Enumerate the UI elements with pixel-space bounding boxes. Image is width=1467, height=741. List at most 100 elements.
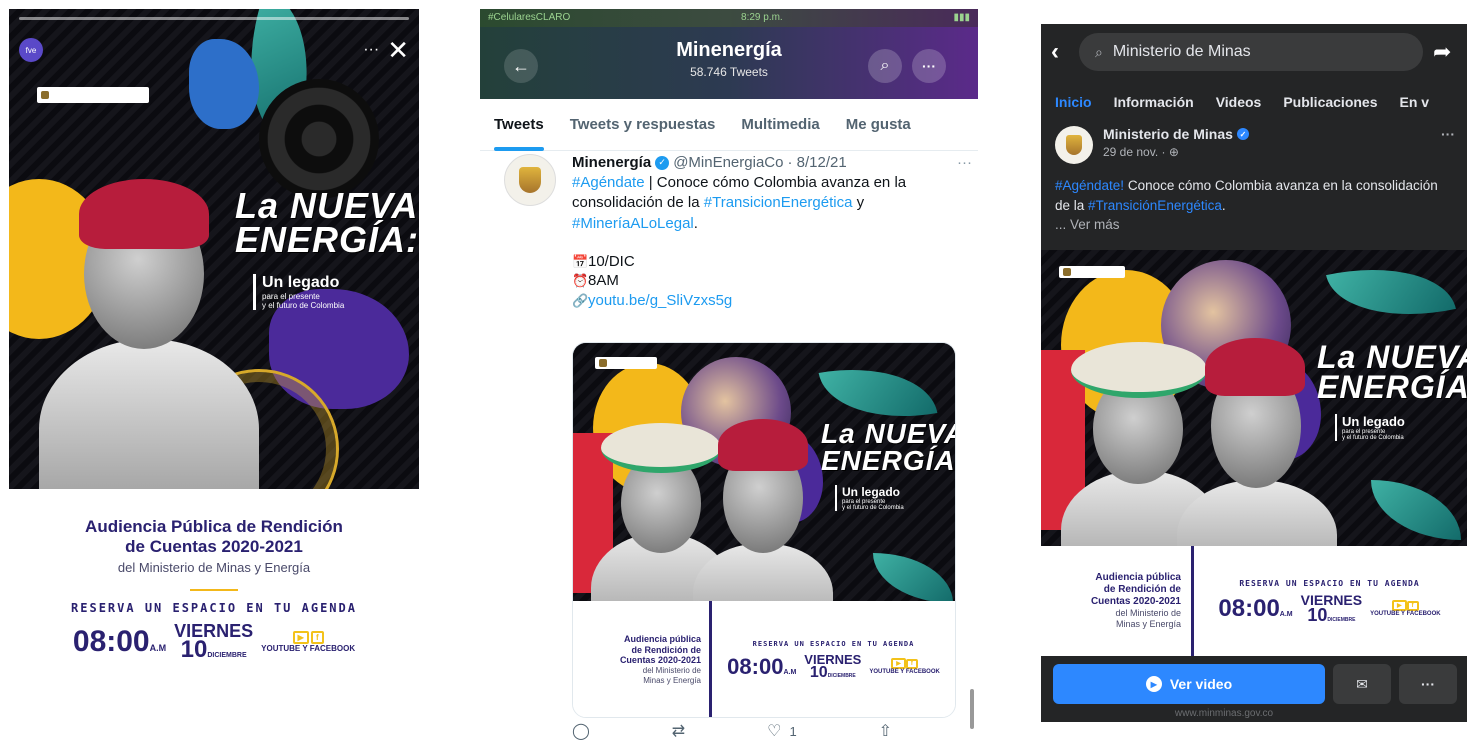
fb-event-info: Audiencia pública de Rendición de Cuenta… <box>1041 546 1467 656</box>
post-more-button[interactable]: ··· <box>1441 126 1455 142</box>
event-datetime: 08:00A.M VIERNES 10DICIEMBRE ▶ f YOUTUBE Y … <box>1218 592 1441 625</box>
reply-button[interactable]: ◯ <box>572 721 590 741</box>
heart-icon: ♡ <box>767 723 782 740</box>
event-day: VIERNES 10DICIEMBRE <box>174 621 254 664</box>
ministerio-label: del Ministerio de Minas y Energía <box>1115 607 1181 629</box>
carrier-label: #CelularesCLARO <box>488 12 571 23</box>
like-button[interactable]: ♡ 1 <box>767 721 797 741</box>
audiencia-title: Audiencia pública de Rendición de Cuenta… <box>1090 571 1181 607</box>
screenshot-collage: La NUEVA ENERGÍA: Un legado para el pres… <box>0 0 1467 741</box>
chevron-left-icon: ‹ <box>1051 38 1059 65</box>
tweet-date[interactable]: · 8/12/21 <box>787 154 846 171</box>
profile-header: ← Minenergía 58.746 Tweets ⌕ ··· <box>480 27 978 99</box>
verified-icon: ✓ <box>1236 128 1249 140</box>
twitter-panel: #CelularesCLARO 8:29 p.m. ▮▮▮ ← Minenerg… <box>480 9 978 741</box>
search-value: Ministerio de Minas <box>1112 43 1251 60</box>
poster-title: La NUEVA ENERGÍA: <box>821 418 956 476</box>
audiencia-line2: de Cuentas 2020-2021 <box>125 536 303 556</box>
story-more-button[interactable]: ··· <box>363 41 379 59</box>
calendar-icon: 📅 <box>572 253 589 269</box>
hashtag-link[interactable]: #Agéndate <box>572 174 645 191</box>
story-close-button[interactable]: ✕ <box>387 37 409 63</box>
hashtag-link[interactable]: #Agéndate! <box>1055 178 1124 193</box>
card-poster-art: La NUEVA ENERGÍA: Un legado para el pres… <box>573 343 956 601</box>
share-arrow-icon: ➦ <box>1433 39 1452 64</box>
tweet-author-name[interactable]: Minenergía <box>572 154 651 171</box>
card-event-info: Audiencia pública de Rendición de Cuenta… <box>573 601 955 717</box>
facebook-icon: f <box>1406 601 1419 611</box>
battery-icon: ▮▮▮ <box>953 12 970 23</box>
tab-media[interactable]: Multimedia <box>741 99 819 151</box>
post-text: #Agéndate! Conoce cómo Colombia avanza e… <box>1055 176 1455 235</box>
hashtag-link[interactable]: #TransiciónEnergética <box>1088 198 1222 213</box>
story-progress-bar <box>19 17 409 20</box>
tab-inicio[interactable]: Inicio <box>1055 94 1092 110</box>
ministerio-label: del Ministerio de Minas y Energía <box>642 666 701 686</box>
audiencia-title: Audiencia Pública de Rendición de Cuenta… <box>9 517 419 556</box>
back-button[interactable]: ‹ <box>1051 38 1069 66</box>
crest-icon <box>1066 135 1082 155</box>
tweet-actions: ◯ ⇄ ♡ 1 ⇧ <box>572 721 892 741</box>
scrollbar[interactable] <box>970 689 974 729</box>
see-more-link[interactable]: ... Ver más <box>1055 215 1455 235</box>
retweet-button[interactable]: ⇄ <box>672 721 685 741</box>
profile-title: Minenergía <box>676 39 782 61</box>
video-link[interactable]: youtu.be/g_SliVzxs5g <box>588 292 732 309</box>
watch-video-button[interactable]: ▶ Ver video <box>1053 664 1325 704</box>
hashtag-link[interactable]: #MineríaALoLegal <box>572 215 694 232</box>
tab-videos[interactable]: Videos <box>1216 94 1262 110</box>
share-button[interactable]: ⇧ <box>879 721 892 741</box>
divider <box>1191 546 1194 656</box>
tab-publicaciones[interactable]: Publicaciones <box>1283 94 1377 110</box>
story-avatar[interactable]: fve <box>19 38 43 62</box>
story-panel: La NUEVA ENERGÍA: Un legado para el pres… <box>9 9 419 731</box>
story-poster-art: La NUEVA ENERGÍA: Un legado para el pres… <box>9 9 419 489</box>
website-link[interactable]: www.minminas.gov.co <box>1041 708 1407 719</box>
tab-informacion[interactable]: Información <box>1114 94 1194 110</box>
more-icon: ··· <box>922 58 936 74</box>
poster-subtitle-line3: y el futuro de Colombia <box>262 301 345 310</box>
search-button[interactable]: ⌕ <box>868 49 902 83</box>
tab-likes[interactable]: Me gusta <box>846 99 911 151</box>
tweet-handle[interactable]: @MinEnergiaCo <box>673 154 783 171</box>
play-icon: ▶ <box>1145 676 1162 692</box>
crest-icon <box>599 359 607 367</box>
poster-title: La NUEVA ENERGÍA: <box>235 185 419 257</box>
event-platforms: ▶ f YOUTUBE Y FACEBOOK <box>261 630 356 653</box>
audiencia-line1: Audiencia Pública de Rendición <box>85 517 343 536</box>
post-date[interactable]: 29 de nov. · <box>1103 145 1169 159</box>
divider <box>709 601 712 717</box>
more-options-button[interactable]: ··· <box>1399 664 1457 704</box>
story-topbar: fve ··· ✕ <box>19 37 409 63</box>
retweet-icon: ⇄ <box>671 723 686 740</box>
poster-subtitle-line2: para el presente <box>262 292 320 301</box>
tweet-details: 📅10/DIC ⏰8AM 🔗youtu.be/g_SliVzxs5g <box>572 252 733 309</box>
tweet-more-icon[interactable]: ··· <box>957 154 972 171</box>
poster-subtitle: Un legado para el presente y el futuro d… <box>835 485 904 511</box>
status-bar: #CelularesCLARO 8:29 p.m. ▮▮▮ <box>480 9 978 27</box>
tab-tweets[interactable]: Tweets <box>494 99 544 151</box>
facebook-panel: ‹ ⌕ Ministerio de Minas ➦ Inicio Informa… <box>1041 24 1467 722</box>
divider <box>190 589 238 592</box>
post-media[interactable]: La NUEVA ENERGÍA: Un legado para el pres… <box>1041 250 1467 656</box>
tab-tweets-replies[interactable]: Tweets y respuestas <box>570 99 716 151</box>
link-icon: 🔗 <box>572 292 589 308</box>
crest-icon <box>41 91 49 99</box>
messenger-button[interactable]: ✉ <box>1333 664 1391 704</box>
share-button[interactable]: ➦ <box>1433 39 1457 65</box>
hashtag-link[interactable]: #TransicionEnergética <box>704 194 853 211</box>
event-datetime: 08:00A.M VIERNES 10DICIEMBRE ▶ f YOUTUBE Y … <box>727 651 940 681</box>
tab-en-vivo[interactable]: En v <box>1400 94 1430 110</box>
tweet-avatar[interactable] <box>504 154 556 206</box>
poster-title-line1: La NUEVA <box>235 185 419 226</box>
search-icon: ⌕ <box>880 57 890 74</box>
verified-icon: ✓ <box>655 155 670 170</box>
page-avatar[interactable] <box>1055 126 1093 164</box>
audiencia-title: Audiencia pública de Rendición de Cuenta… <box>619 633 701 666</box>
more-button[interactable]: ··· <box>912 49 946 83</box>
page-name[interactable]: Ministerio de Minas <box>1103 126 1233 142</box>
reserve-label: RESERVA UN ESPACIO EN TU AGENDA <box>71 601 357 616</box>
gov-logo <box>595 357 657 369</box>
search-input[interactable]: ⌕ Ministerio de Minas <box>1079 33 1423 71</box>
tweet-media-card[interactable]: La NUEVA ENERGÍA: Un legado para el pres… <box>572 342 956 718</box>
